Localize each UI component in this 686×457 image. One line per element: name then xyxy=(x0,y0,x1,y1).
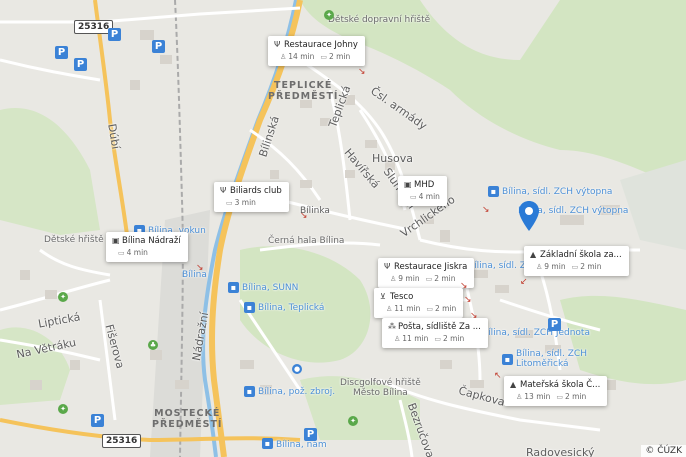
walk-icon: ♙ xyxy=(280,53,287,61)
arrow-icon: ↘ xyxy=(358,67,366,77)
car-icon: ▭ xyxy=(425,275,433,283)
arrow-icon: ↖ xyxy=(494,371,502,381)
bus-stop-icon[interactable]: ▪ xyxy=(262,438,273,449)
poi-card[interactable]: Ψ Restaurace Johny ♙ 14 min ▭ 2 min xyxy=(268,36,365,66)
restaurant-icon: Ψ xyxy=(220,186,227,195)
car-time: 2 min xyxy=(434,304,457,313)
bus-stop-icon[interactable]: ▪ xyxy=(244,386,255,397)
playground-icon[interactable]: ✦ xyxy=(58,292,68,302)
car-time: 4 min xyxy=(126,248,148,257)
car-icon: ▭ xyxy=(118,249,125,257)
walk-time: 9 min xyxy=(398,274,420,283)
walk-icon: ♙ xyxy=(386,305,393,313)
car-time: 2 min xyxy=(580,262,602,271)
car-icon: ▭ xyxy=(426,305,433,313)
bus-stop-icon[interactable]: ▪ xyxy=(488,186,499,197)
parking-icon[interactable]: P xyxy=(548,318,561,331)
arrow-icon: ↘ xyxy=(482,205,490,215)
playground-icon[interactable]: ✦ xyxy=(324,10,334,20)
post-icon: ⁂ xyxy=(388,322,396,331)
school-icon: ▲ xyxy=(530,250,537,259)
school-icon: ▲ xyxy=(510,380,517,389)
poi-title: MHD xyxy=(414,180,435,190)
restaurant-icon: Ψ xyxy=(384,262,391,271)
bus-icon: ▣ xyxy=(404,180,412,189)
location-pin-icon[interactable] xyxy=(518,200,540,232)
bus-icon: ▣ xyxy=(112,236,120,245)
poi-title: Pošta, sídliště Za ... xyxy=(398,322,481,332)
bus-stop-icon[interactable]: ▪ xyxy=(502,354,513,365)
copyright-label: © ČÚZK xyxy=(641,445,686,457)
poi-title: Restaurace Jiskra xyxy=(394,262,468,272)
walk-time: 9 min xyxy=(544,262,566,271)
poi-title: Tesco xyxy=(390,292,414,302)
walk-time: 14 min xyxy=(288,52,315,61)
car-icon: ▭ xyxy=(410,193,417,201)
car-icon: ▭ xyxy=(571,263,579,271)
poi-card[interactable]: ⊻ Tesco ♙ 11 min ▭ 2 min xyxy=(374,288,464,318)
cart-icon: ⊻ xyxy=(380,292,386,301)
poi-title: Biliards club xyxy=(230,186,282,196)
poi-title: Mateřská škola Č... xyxy=(520,380,601,390)
walk-icon: ♙ xyxy=(390,275,397,283)
parking-icon[interactable]: P xyxy=(152,40,165,53)
poi-card[interactable]: ▣ Bílina Nádraží ▭ 4 min xyxy=(106,232,188,262)
parking-icon[interactable]: P xyxy=(91,414,104,427)
tree-icon[interactable]: ♣ xyxy=(148,340,158,350)
poi-card[interactable]: ▲ Základní škola za... ♙ 9 min ▭ 2 min xyxy=(524,246,629,276)
poi-title: Základní škola za... xyxy=(540,250,622,260)
arrow-icon: ↘ xyxy=(470,311,478,321)
walk-time: 11 min xyxy=(394,304,421,313)
poi-card[interactable]: ▲ Mateřská škola Č... ♙ 13 min ▭ 2 min xyxy=(504,376,608,406)
camera-icon[interactable]: ● xyxy=(292,364,302,374)
arrow-icon: ↘ xyxy=(464,295,472,305)
parking-icon[interactable]: P xyxy=(108,28,121,41)
car-time: 4 min xyxy=(418,192,440,201)
arrow-icon: ↘ xyxy=(300,211,308,221)
bus-stop-icon[interactable]: ▪ xyxy=(228,282,239,293)
walk-time: 13 min xyxy=(524,392,551,401)
car-time: 3 min xyxy=(234,198,256,207)
walk-icon: ♙ xyxy=(536,263,543,271)
arrow-icon: ↘ xyxy=(196,263,204,273)
poi-card[interactable]: Ψ Biliards club ▭ 3 min xyxy=(214,182,289,212)
playground-icon[interactable]: ✦ xyxy=(58,404,68,414)
car-icon: ▭ xyxy=(556,393,563,401)
poi-card[interactable]: ⁂ Pošta, sídliště Za ... ♙ 11 min ▭ 2 min xyxy=(382,318,488,348)
poi-card[interactable]: ▣ MHD ▭ 4 min xyxy=(398,176,447,206)
walk-time: 11 min xyxy=(402,334,429,343)
parking-icon[interactable]: P xyxy=(55,46,68,59)
park-icon[interactable]: ✦ xyxy=(348,416,358,426)
car-icon: ▭ xyxy=(320,53,327,61)
road-number-badge: 25316 xyxy=(102,434,142,448)
walk-icon: ♙ xyxy=(516,393,523,401)
walk-icon: ♙ xyxy=(394,335,401,343)
poi-title: Restaurace Johny xyxy=(284,40,358,50)
restaurant-icon: Ψ xyxy=(274,40,281,49)
car-time: 2 min xyxy=(434,274,456,283)
car-icon: ▭ xyxy=(226,199,233,207)
car-time: 2 min xyxy=(442,334,465,343)
car-time: 2 min xyxy=(328,52,351,61)
car-icon: ▭ xyxy=(434,335,441,343)
poi-title: Bílina Nádraží xyxy=(122,236,181,246)
map-canvas[interactable]: 25316 25316 TEPLICKÉ PŘEDMĚSTÍ MOSTECKÉ … xyxy=(0,0,686,457)
arrow-icon: ↙ xyxy=(520,277,528,287)
parking-icon[interactable]: P xyxy=(304,428,317,441)
car-time: 2 min xyxy=(564,392,587,401)
bus-stop-icon[interactable]: ▪ xyxy=(244,302,255,313)
parking-icon[interactable]: P xyxy=(74,58,87,71)
